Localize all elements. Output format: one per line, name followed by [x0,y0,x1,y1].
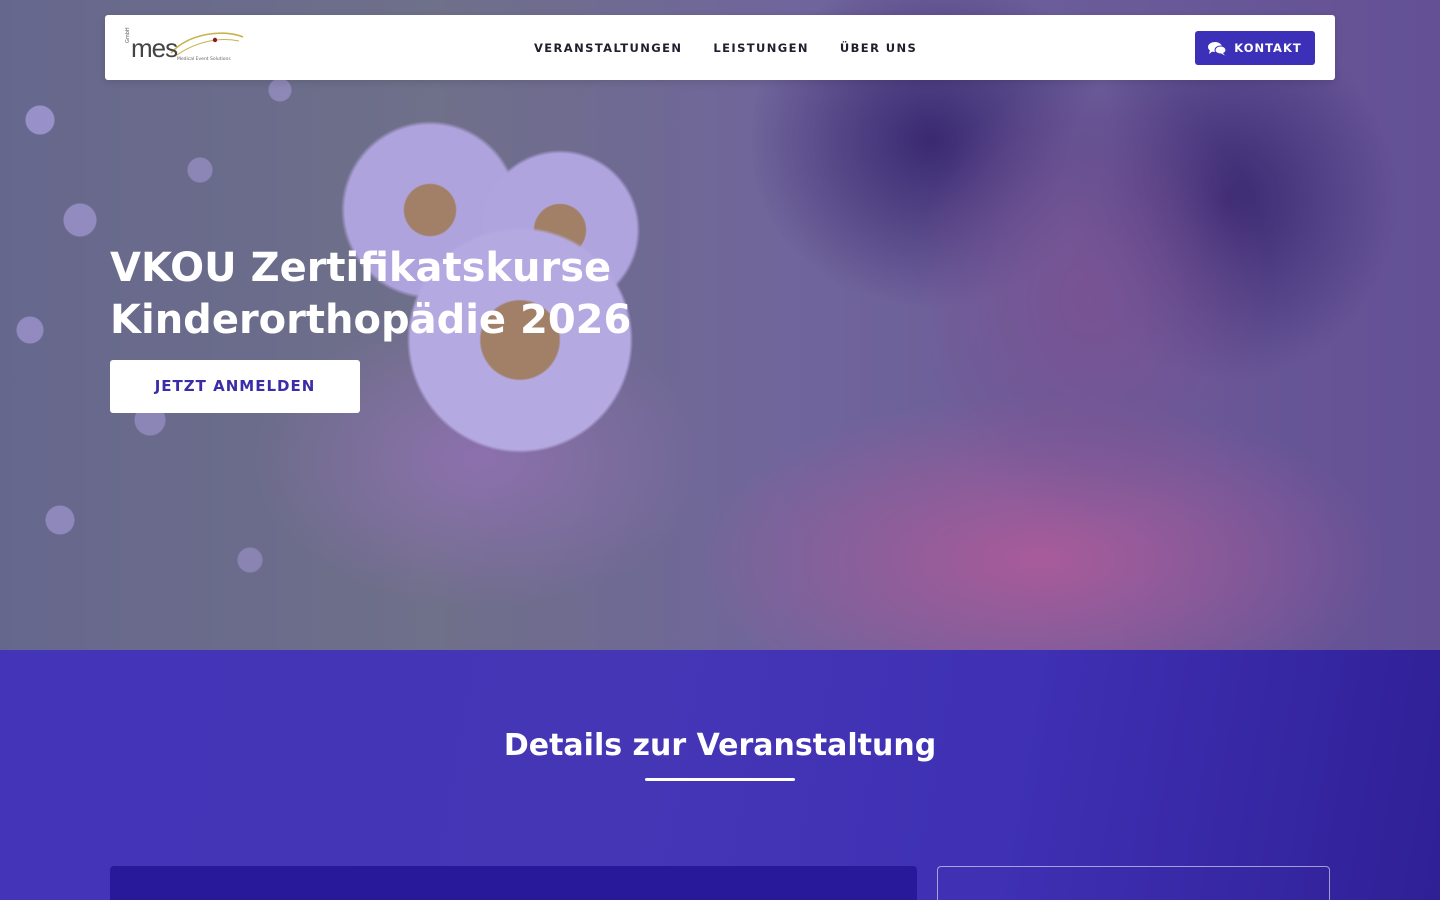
contact-button-label: KONTAKT [1234,41,1302,55]
contact-button[interactable]: KONTAKT [1195,31,1315,65]
hero-content: VKOU Zertifikatskurse Kinderorthopädie 2… [110,242,730,413]
logo-text: mes [131,33,178,63]
logo-subtitle: Medical Event Solutions [177,57,231,62]
hero-title-line2: Kinderorthopädie 2026 [110,297,632,343]
mes-logo[interactable]: GmbH mes Medical Event Solutions [125,27,245,69]
register-button[interactable]: JETZT ANMELDEN [110,360,360,413]
hero-title: VKOU Zertifikatskurse Kinderorthopädie 2… [110,242,730,346]
logo-swoosh-icon [170,32,244,56]
nav-item-leistungen[interactable]: LEISTUNGEN [713,41,808,55]
nav-item-ueber-uns[interactable]: ÜBER UNS [840,41,917,55]
hero-section: VKOU Zertifikatskurse Kinderorthopädie 2… [0,0,1440,650]
details-section: Details zur Veranstaltung [0,650,1440,900]
details-card-side [937,866,1330,900]
nav-item-veranstaltungen[interactable]: VERANSTALTUNGEN [534,41,682,55]
details-card-main [110,866,917,900]
top-navbar: GmbH mes Medical Event Solutions VERANST… [105,15,1335,80]
main-nav: VERANSTALTUNGEN LEISTUNGEN ÜBER UNS [534,15,917,80]
chat-bubbles-icon [1208,41,1227,55]
hero-title-line1: VKOU Zertifikatskurse [110,245,612,291]
title-underline [645,778,795,781]
details-title: Details zur Veranstaltung [503,728,937,763]
